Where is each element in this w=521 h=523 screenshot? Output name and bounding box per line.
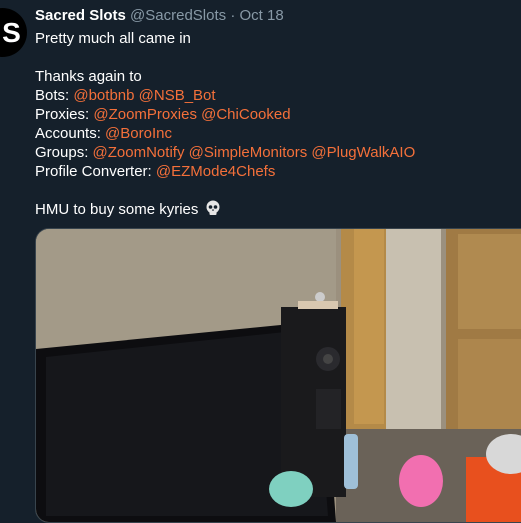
tweet-line: Thanks again to bbox=[35, 67, 521, 86]
mention-link[interactable]: @ChiCooked bbox=[201, 106, 290, 123]
tweet-line: Groups: @ZoomNotify @SimpleMonitors @Plu… bbox=[35, 143, 521, 162]
tweet-line-text: Groups: bbox=[35, 144, 93, 161]
tweet-photo[interactable] bbox=[35, 228, 521, 523]
tweet-line: Profile Converter: @EZMode4Chefs bbox=[35, 162, 521, 181]
tweet-line-text: Proxies: bbox=[35, 106, 94, 123]
mention-link[interactable]: @PlugWalkAIO bbox=[311, 144, 415, 161]
avatar[interactable]: S bbox=[0, 8, 27, 57]
author-name[interactable]: Sacred Slots bbox=[35, 7, 126, 24]
mention-link[interactable]: @ZoomNotify bbox=[93, 144, 185, 161]
tweet-line: Pretty much all came in bbox=[35, 29, 521, 48]
photo-scene bbox=[36, 229, 521, 522]
tweet-line: Proxies: @ZoomProxies @ChiCooked bbox=[35, 105, 521, 124]
tweet-line bbox=[35, 48, 521, 67]
tweet: Sacred Slots @SacredSlots · Oct 18 Prett… bbox=[35, 6, 521, 219]
mention-link[interactable]: @ZoomProxies bbox=[93, 106, 197, 123]
mention-link[interactable]: @botbnb bbox=[73, 87, 134, 104]
header-separator: · bbox=[230, 7, 236, 24]
mention-link[interactable]: @SimpleMonitors bbox=[189, 144, 308, 161]
mention-link[interactable]: @EZMode4Chefs bbox=[156, 163, 275, 180]
avatar-letter: S bbox=[2, 16, 21, 48]
author-handle[interactable]: @SacredSlots bbox=[130, 7, 226, 24]
tweet-line bbox=[35, 181, 521, 200]
tweet-line: HMU to buy some kyries bbox=[35, 200, 521, 219]
tweet-date[interactable]: Oct 18 bbox=[240, 7, 284, 24]
tweet-header: Sacred Slots @SacredSlots · Oct 18 bbox=[35, 6, 521, 26]
tweet-line: Accounts: @BoroInc bbox=[35, 124, 521, 143]
tweet-line-text: HMU to buy some kyries bbox=[35, 201, 199, 218]
tweet-line-text: Accounts: bbox=[35, 125, 106, 142]
tweet-line-text: Thanks again to bbox=[35, 68, 142, 85]
mention-link[interactable]: @NSB_Bot bbox=[139, 87, 216, 104]
skull-icon bbox=[206, 200, 220, 215]
tweet-text: Pretty much all came in Thanks again to Bo… bbox=[35, 29, 521, 219]
tweet-line-text: Pretty much all came in bbox=[35, 30, 191, 47]
tweet-line: Bots: @botbnb @NSB_Bot bbox=[35, 86, 521, 105]
tweet-line-text: Profile Converter: bbox=[35, 163, 156, 180]
mention-link[interactable]: @BoroInc bbox=[105, 125, 172, 142]
tweet-line-text: Bots: bbox=[35, 87, 74, 104]
